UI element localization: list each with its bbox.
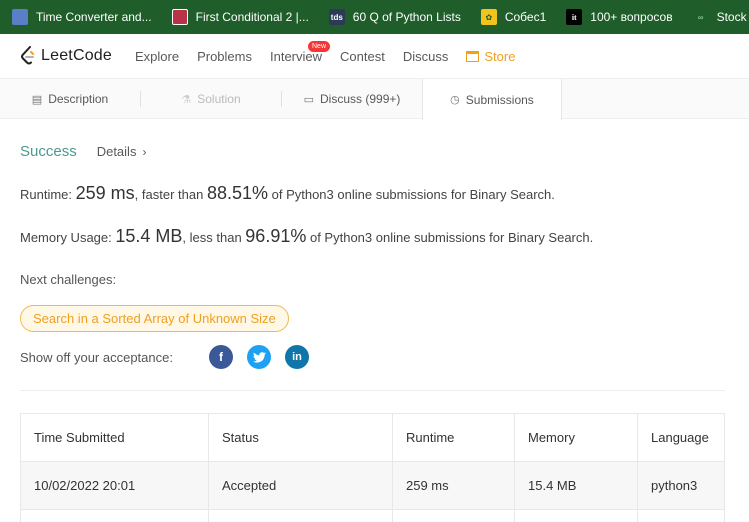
leetcode-logo[interactable]: LeetCode: [20, 46, 112, 66]
bookmark-label: First Conditional 2 |...: [195, 10, 309, 24]
success-status[interactable]: Success: [20, 143, 77, 160]
table-row-partial: [20, 509, 725, 522]
col-memory[interactable]: Memory: [514, 413, 638, 462]
col-time-submitted[interactable]: Time Submitted: [20, 413, 209, 462]
tab-discuss-label: Discuss (999+): [320, 92, 401, 106]
status-row: Success Details ›: [20, 143, 146, 160]
nav-contest[interactable]: Contest: [331, 34, 394, 79]
cell-empty: [637, 509, 725, 522]
memory-percentile: 96.91%: [245, 226, 307, 246]
problem-tabs: ▤ Description ⚗ Solution ▭ Discuss (999+…: [0, 79, 749, 120]
bookmark-time-converter[interactable]: Time Converter and...: [0, 0, 162, 34]
table-header-row: Time Submitted Status Runtime Memory Lan…: [20, 413, 725, 462]
bookmark-sobes1[interactable]: ✿ Собес1: [471, 0, 556, 34]
clock-icon: ◷: [450, 94, 460, 106]
table-row: 10/02/2022 20:01 Accepted 259 ms 15.4 MB…: [20, 461, 725, 510]
linkedin-share-button[interactable]: in: [285, 345, 309, 369]
facebook-icon: f: [219, 350, 223, 364]
clock-icon: [12, 9, 28, 25]
bookmark-label: 100+ вопросов: [590, 10, 673, 24]
tab-submissions[interactable]: ◷ Submissions: [422, 79, 562, 120]
memory-stat: Memory Usage: 15.4 MB, less than 96.91% …: [20, 226, 593, 247]
nav-interview[interactable]: Interview New: [261, 34, 331, 79]
cell-time-submitted: 10/02/2022 20:01: [20, 461, 209, 510]
bookmark-first-conditional[interactable]: First Conditional 2 |...: [162, 0, 319, 34]
tab-solution[interactable]: ⚗ Solution: [141, 79, 281, 119]
memory-value: 15.4 MB: [115, 226, 183, 246]
flask-icon: ⚗: [181, 93, 192, 106]
runtime-tail: of Python3 online submissions for Binary…: [268, 187, 555, 202]
facebook-share-button[interactable]: f: [209, 345, 233, 369]
challenge-tag[interactable]: Search in a Sorted Array of Unknown Size: [20, 305, 289, 332]
bookmark-stock-buy[interactable]: ∞ Stock Buy: [683, 0, 749, 34]
top-nav: LeetCode Explore Problems Interview New …: [0, 34, 749, 79]
nav-store[interactable]: Store: [457, 34, 524, 79]
tab-solution-label: Solution: [197, 92, 241, 106]
crest-icon: [171, 9, 188, 25]
nav-store-label: Store: [484, 48, 516, 64]
col-status[interactable]: Status: [208, 413, 393, 462]
cell-memory: 15.4 MB: [514, 461, 638, 510]
cell-empty: [514, 509, 638, 522]
nav-explore[interactable]: Explore: [126, 34, 188, 79]
comment-icon: ▭: [303, 93, 315, 106]
cell-empty: [392, 509, 515, 522]
section-divider: [20, 390, 725, 391]
cell-empty: [20, 509, 209, 522]
tds-icon: tds: [328, 9, 345, 25]
new-badge: New: [308, 40, 331, 52]
store-icon: [466, 50, 480, 62]
nav-problems[interactable]: Problems: [188, 34, 261, 79]
cell-status-accepted[interactable]: Accepted: [208, 461, 393, 510]
tab-description-label: Description: [48, 92, 109, 106]
twitter-share-button[interactable]: [247, 345, 271, 369]
share-label: Show off your acceptance:: [20, 350, 173, 365]
bookmarks-bar: Time Converter and... First Conditional …: [0, 0, 749, 34]
bookmark-label: Собес1: [504, 10, 547, 24]
leaf-icon: ✿: [480, 9, 497, 25]
runtime-stat: Runtime: 259 ms, faster than 88.51% of P…: [20, 183, 555, 204]
details-label: Details: [96, 144, 137, 159]
cell-empty: [208, 509, 393, 522]
bookmark-label: Time Converter and...: [36, 10, 152, 24]
cell-runtime: 259 ms: [392, 461, 515, 510]
bookmark-label: 60 Q of Python Lists: [352, 10, 461, 24]
bookmark-100-questions[interactable]: it 100+ вопросов: [556, 0, 682, 34]
glasses-icon: ∞: [697, 12, 704, 22]
col-runtime[interactable]: Runtime: [392, 413, 515, 462]
next-challenges-label: Next challenges:: [20, 272, 117, 287]
memory-label: Memory Usage:: [20, 230, 116, 245]
leetcode-logo-icon: [21, 46, 34, 65]
cell-language: python3: [637, 461, 725, 510]
twitter-icon: [252, 351, 266, 363]
details-link[interactable]: Details ›: [97, 144, 147, 159]
description-icon: ▤: [31, 93, 43, 106]
tab-description[interactable]: ▤ Description: [0, 79, 140, 119]
runtime-value: 259 ms: [75, 183, 135, 203]
tab-submissions-label: Submissions: [465, 92, 534, 107]
it-icon: it: [566, 9, 583, 25]
tab-discuss[interactable]: ▭ Discuss (999+): [282, 79, 422, 119]
linkedin-icon: in: [292, 351, 302, 363]
bookmark-label: Stock Buy: [716, 10, 749, 24]
runtime-percentile: 88.51%: [206, 183, 268, 203]
bookmark-python-lists[interactable]: tds 60 Q of Python Lists: [319, 0, 471, 34]
chevron-right-icon: ›: [142, 145, 147, 159]
logo-text: LeetCode: [41, 47, 112, 64]
col-language[interactable]: Language: [637, 413, 725, 462]
nav-discuss[interactable]: Discuss: [394, 34, 458, 79]
runtime-label: Runtime:: [20, 187, 76, 202]
runtime-mid: , faster than: [134, 187, 207, 202]
submissions-table: Time Submitted Status Runtime Memory Lan…: [20, 413, 725, 522]
memory-mid: , less than: [182, 230, 246, 245]
memory-tail: of Python3 online submissions for Binary…: [306, 230, 594, 245]
